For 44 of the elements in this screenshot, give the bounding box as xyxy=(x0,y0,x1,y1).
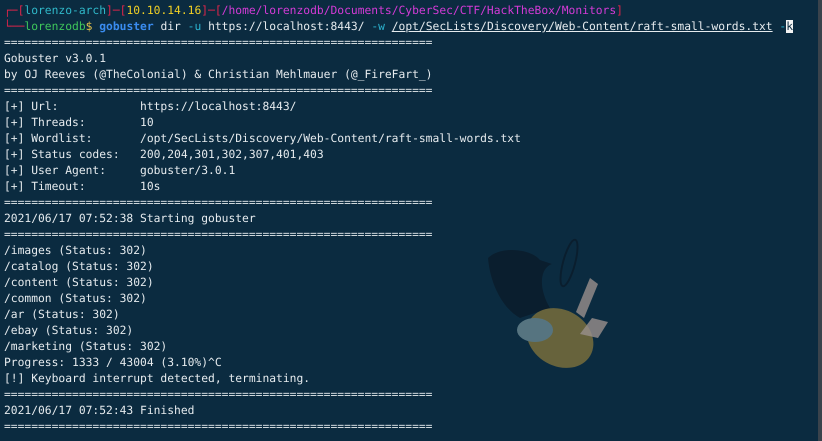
directory-path: /home/lorenzodb/Documents/CyberSec/CTF/HackTheBox/Monitors xyxy=(222,4,616,17)
output-text: by OJ Reeves (@TheColonial) & Christian Mehlmauer (@_FireFart_) xyxy=(4,68,432,81)
output-text: /images (Status: 302) xyxy=(4,244,147,257)
output-text: 2021/06/17 07:52:43 Finished xyxy=(4,404,194,417)
file-path: /opt/SecLists/Discovery/Web-Content/raft-small-words.txt xyxy=(392,20,773,33)
output-text: [+] Url: https://localhost:8443/ xyxy=(4,100,296,113)
flag-label: -u xyxy=(188,20,202,33)
scrollbar[interactable] xyxy=(818,0,822,441)
output-text: /ar (Status: 302) xyxy=(4,308,120,321)
output-text: =============================================================== xyxy=(4,420,432,433)
prompt-bracket: ] xyxy=(616,4,623,17)
output-text: /catalog (Status: 302) xyxy=(4,260,154,273)
output-text: =============================================================== xyxy=(4,84,432,97)
prompt-bracket: ]─[ xyxy=(201,4,222,17)
prompt-bracket: ┌─[ xyxy=(4,4,24,17)
output-text: Progress: 1333 / 43004 (3.10%)^C xyxy=(4,356,222,369)
output-text: [!] Keyboard interrupt detected, terminating. xyxy=(4,372,310,385)
ip-address: 10.10.14.16 xyxy=(126,4,202,17)
output-text: [+] Wordlist: /opt/SecLists/Discovery/Web-Content/raft-small-words.txt xyxy=(4,132,521,145)
output-text: https://localhost:8443/ xyxy=(207,20,366,33)
output-text: /content (Status: 302) xyxy=(4,276,154,289)
output-text: Gobuster v3.0.1 xyxy=(4,52,106,65)
output-text: [+] Status codes: 200,204,301,302,307,401,403 xyxy=(4,148,324,161)
prompt-bracket: ]─[ xyxy=(106,4,126,17)
prompt-sign: $ xyxy=(86,20,92,33)
hostname: lorenzo-arch xyxy=(24,4,106,17)
output-text: [+] Threads: 10 xyxy=(4,116,154,129)
output-text: /ebay (Status: 302) xyxy=(4,324,134,337)
output-text: =============================================================== xyxy=(4,388,432,401)
command-name: gobuster xyxy=(98,20,154,33)
output-text: 2021/06/17 07:52:38 Starting gobuster xyxy=(4,212,256,225)
output-text: [+] Timeout: 10s xyxy=(4,180,160,193)
flag-label: -w xyxy=(371,20,386,33)
output-text: /marketing (Status: 302) xyxy=(4,340,168,353)
output-text: dir xyxy=(159,20,182,33)
output-text: /common (Status: 302) xyxy=(4,292,147,305)
output-text: =============================================================== xyxy=(4,196,432,209)
output-text: =============================================================== xyxy=(4,36,432,49)
prompt-bracket: └── xyxy=(4,20,24,33)
output-text: [+] User Agent: gobuster/3.0.1 xyxy=(4,164,236,177)
username: lorenzodb xyxy=(24,20,86,33)
text-cursor: k xyxy=(786,20,794,33)
flag-label: - xyxy=(778,20,786,33)
output-text: =============================================================== xyxy=(4,228,432,241)
